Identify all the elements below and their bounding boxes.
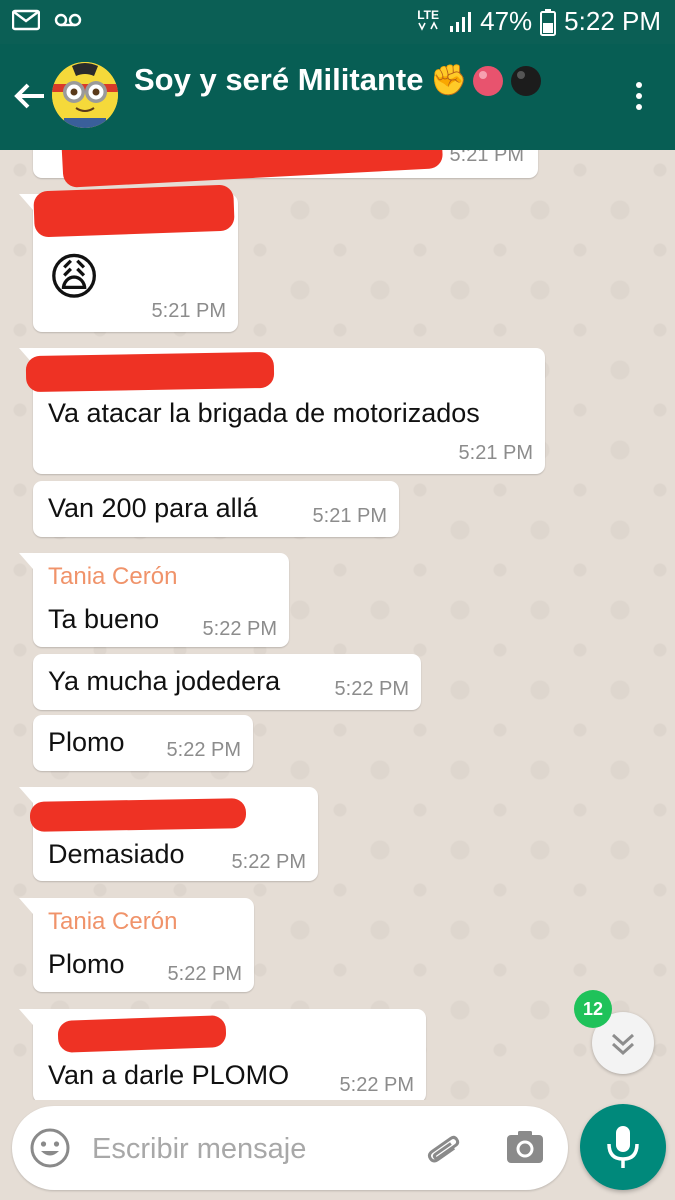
message-bubble[interactable]: Van 200 para allá 5:21 PM — [33, 481, 399, 537]
message-text: Van a darle PLOMO — [48, 1060, 290, 1090]
message-text: Ya mucha jodedera — [48, 666, 281, 696]
clock: 5:22 PM — [564, 6, 661, 36]
voice-record-button[interactable] — [580, 1104, 666, 1190]
message-time: 5:22 PM — [202, 618, 277, 640]
battery-icon — [540, 8, 557, 36]
battery-percent: 47% — [480, 6, 533, 36]
message-time: 5:21 PM — [151, 300, 226, 322]
message-text: Plomo — [48, 949, 125, 979]
email-notification-icon — [12, 9, 40, 31]
message-time: 5:21 PM — [458, 442, 533, 464]
redaction-mark — [60, 150, 444, 188]
message-text: Ta bueno — [48, 604, 160, 634]
message-box — [12, 1106, 568, 1190]
message-time: 5:22 PM — [166, 739, 241, 761]
group-avatar[interactable] — [52, 62, 118, 128]
camera-button[interactable] — [502, 1126, 548, 1170]
more-options-button[interactable] — [633, 82, 645, 116]
pink-circle-icon — [473, 66, 504, 96]
status-bar: LTE 47% 5:22 PM — [0, 0, 675, 44]
message-time: 5:21 PM — [312, 505, 387, 527]
chat-header: Soy y seré Militante ✊ — [0, 44, 675, 150]
more-vert-icon — [636, 82, 642, 88]
back-arrow-icon — [14, 83, 44, 109]
microphone-icon — [607, 1126, 639, 1168]
message-input[interactable] — [90, 1126, 414, 1172]
message-bubble[interactable]: Tania Cerón Plomo 5:22 PM — [19, 898, 254, 992]
message-time: 5:22 PM — [167, 963, 242, 985]
message-text: Plomo — [48, 727, 125, 757]
message-list[interactable]: 5:21 PM 😩 5:21 PM Va atacar la brigada d… — [0, 150, 675, 1100]
signal-strength-icon — [450, 11, 472, 32]
redaction-mark — [57, 1015, 227, 1053]
unread-count-badge: 12 — [574, 990, 612, 1028]
message-text: 😩 — [48, 249, 101, 305]
back-button[interactable] — [10, 76, 50, 116]
message-text: Demasiado — [48, 839, 185, 869]
redaction-mark — [25, 351, 275, 393]
message-time: 5:22 PM — [334, 678, 409, 700]
message-bubble[interactable]: Tania Cerón Ta bueno 5:22 PM — [19, 553, 289, 647]
message-bubble[interactable]: Plomo 5:22 PM — [33, 715, 253, 771]
chat-title[interactable]: Soy y seré Militante — [134, 62, 423, 98]
camera-icon — [507, 1131, 543, 1163]
message-time: 5:22 PM — [231, 851, 306, 873]
sender-name[interactable]: Tania Cerón — [48, 908, 177, 936]
raised-fist-emoji: ✊ — [430, 64, 468, 97]
redaction-mark — [33, 184, 235, 238]
attach-button[interactable] — [420, 1126, 464, 1170]
message-text: Va atacar la brigada de motorizados — [48, 398, 480, 428]
message-text: Van 200 para allá — [48, 493, 258, 523]
voicemail-icon — [54, 13, 82, 27]
black-circle-icon — [511, 66, 542, 96]
sender-name[interactable]: Tania Cerón — [48, 563, 177, 591]
network-type-label: LTE — [416, 9, 440, 33]
composer-bar — [0, 1100, 675, 1200]
message-bubble[interactable]: Ya mucha jodedera 5:22 PM — [33, 654, 421, 710]
redaction-mark — [29, 798, 247, 832]
minion-avatar-icon — [52, 62, 118, 128]
message-time: 5:21 PM — [449, 150, 524, 166]
message-time: 5:22 PM — [339, 1074, 414, 1096]
emoji-button[interactable] — [28, 1126, 72, 1170]
paperclip-icon — [427, 1135, 460, 1163]
smiley-icon — [30, 1128, 70, 1168]
title-emoji-group: ✊ — [430, 64, 543, 98]
